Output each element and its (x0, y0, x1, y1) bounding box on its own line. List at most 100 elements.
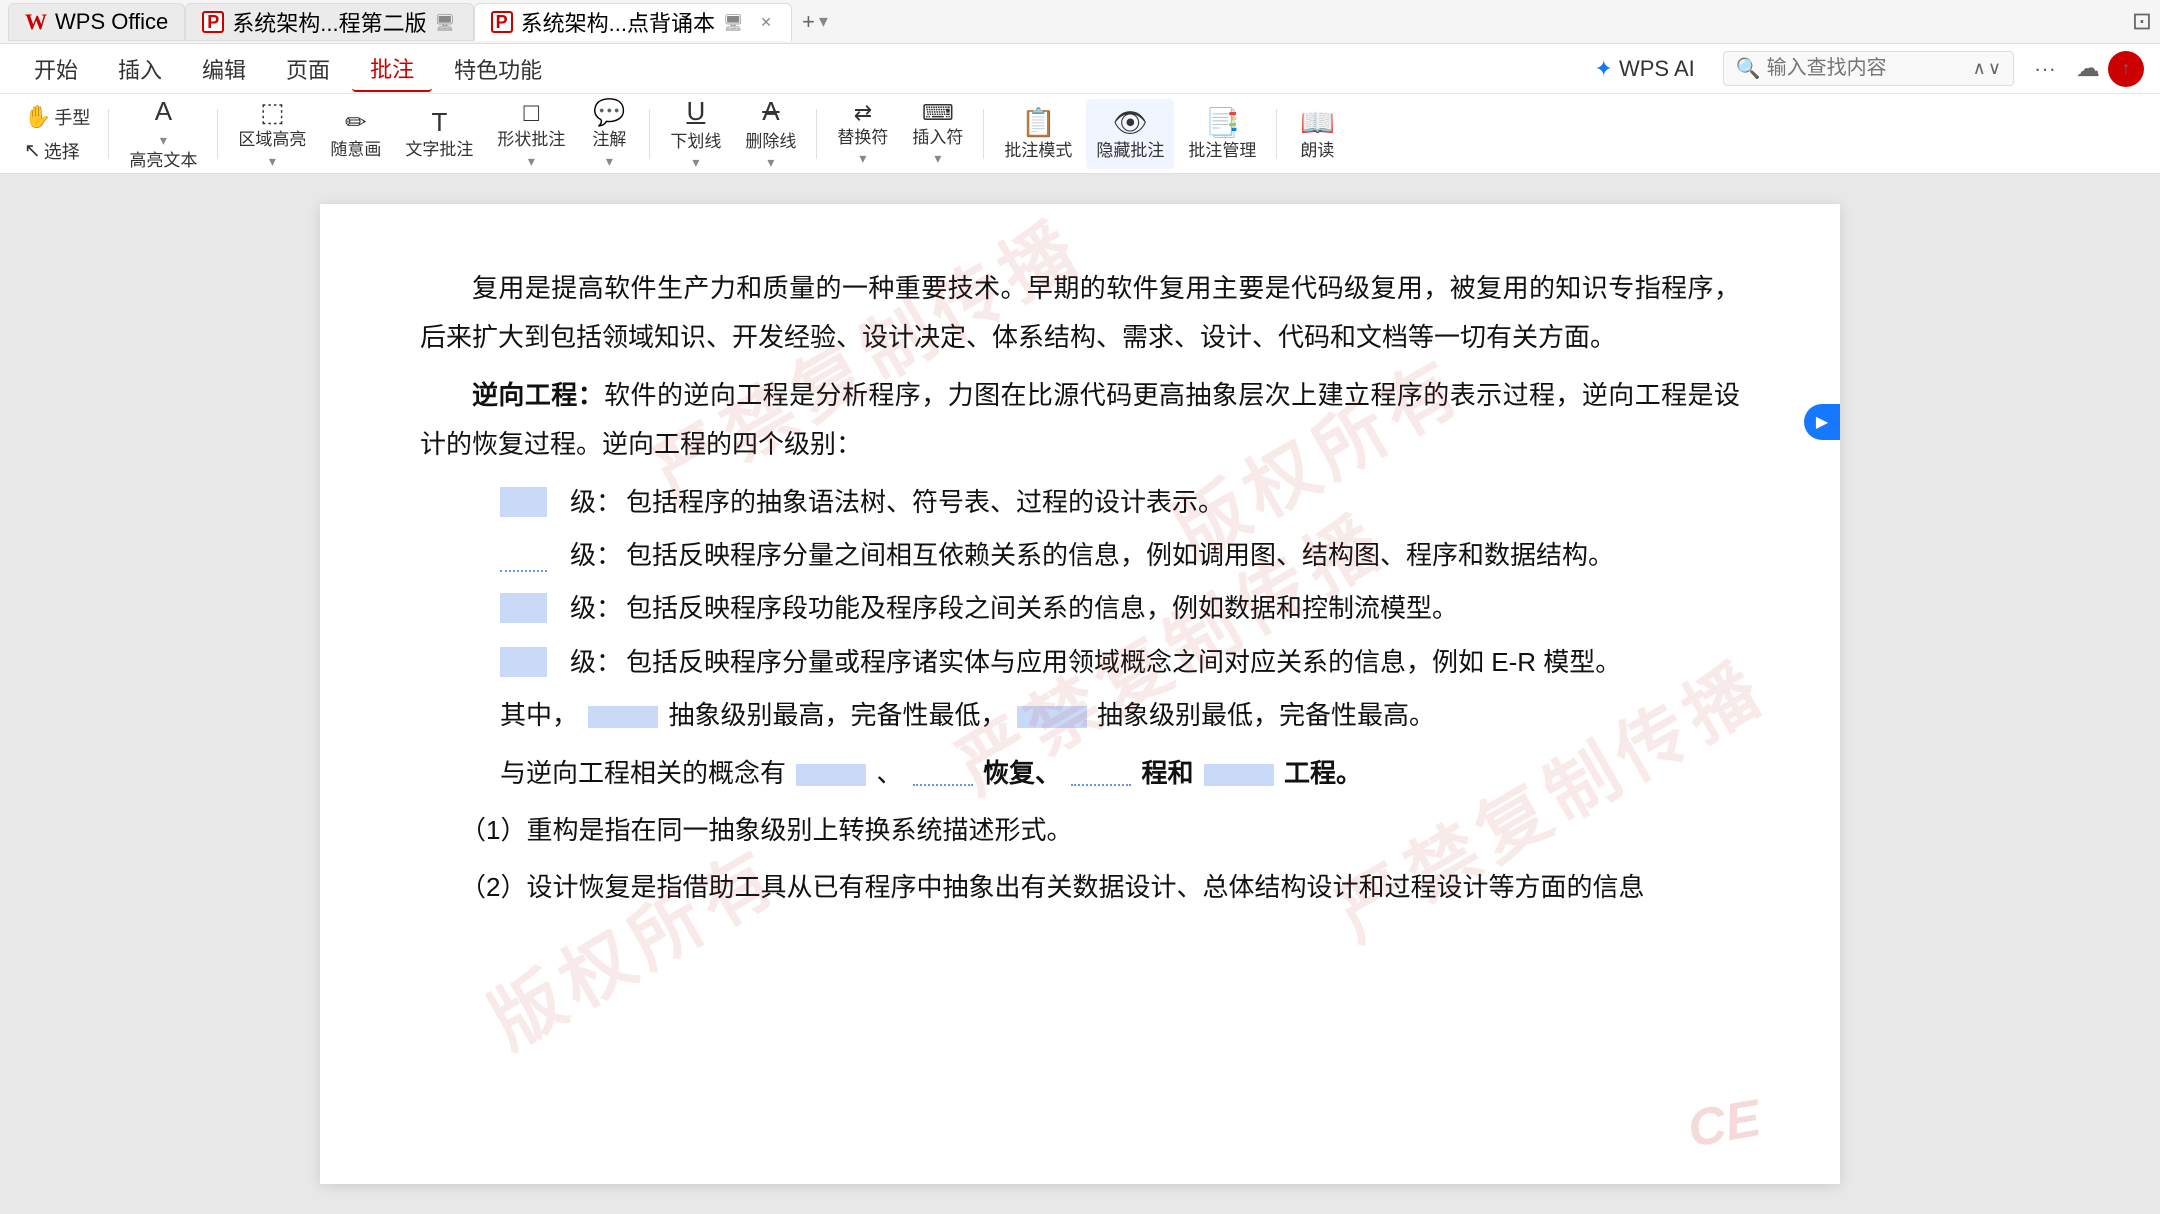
reverse-eng-body: 软件的逆向工程是分析程序，力图在比源代码更高抽象层次上建立程序的表示过程，逆向工… (420, 380, 1740, 459)
tab2-label: 系统架构...程第二版 (232, 6, 426, 38)
title-bar: W WPS Office P 系统架构...程第二版 🖥 P 系统架构...点背… (0, 0, 2160, 44)
hand-label: 手型 (54, 104, 90, 130)
wps-ai-label: WPS AI (1619, 56, 1695, 82)
level1-marker (500, 478, 570, 527)
wps-ai-button[interactable]: ✦ WPS AI (1579, 50, 1711, 88)
annotation-button[interactable]: 💬 注解 ▾ (579, 99, 639, 169)
deleteline-arrow: ▾ (767, 154, 774, 171)
add-tab-button[interactable]: + ▾ (792, 9, 838, 35)
summary-text3: 抽象级别最低，完备性最高。 (1097, 700, 1435, 730)
paragraph-reuse: 复用是提高软件生产力和质量的一种重要技术。早期的软件复用主要是代码级复用，被复用… (420, 264, 1740, 363)
related-text: 与逆向工程相关的概念有 (500, 758, 786, 788)
level2-label: 级： (570, 531, 622, 580)
level4-text: 包括反映程序分量或程序诸实体与应用领域概念之间对应关系的信息，例如 E-R 模型… (626, 638, 1621, 687)
menu-page[interactable]: 页面 (268, 47, 348, 91)
document-body: 复用是提高软件生产力和质量的一种重要技术。早期的软件复用主要是代码级复用，被复用… (420, 264, 1740, 913)
replace-icon: ⇄ (854, 100, 872, 126)
level1-text: 包括程序的抽象语法树、符号表、过程的设计表示。 (626, 478, 1224, 527)
deleteline-button[interactable]: A 删除线 ▾ (735, 99, 806, 169)
menu-annotate[interactable]: 批注 (352, 46, 432, 92)
paragraph-reverse-eng: 逆向工程：软件的逆向工程是分析程序，力图在比源代码更高抽象层次上建立程序的表示过… (420, 371, 1740, 470)
related-blank3 (1071, 764, 1131, 786)
related-blank4 (1204, 764, 1274, 786)
comment-manage-icon: 📑 (1205, 106, 1240, 139)
pdf-icon-2: P (491, 11, 513, 33)
area-highlight-button[interactable]: ⬚ 区域高亮 ▾ (228, 99, 316, 169)
dropdown-icon: ▾ (819, 11, 828, 32)
underline-arrow: ▾ (692, 154, 699, 171)
tab-pdf-1[interactable]: P 系统架构...程第二版 🖥 (185, 3, 473, 41)
related-text4: 工程。 (1284, 758, 1362, 788)
related-text3: 程和 (1141, 758, 1193, 788)
highlight-label: 高亮文本 (129, 151, 197, 171)
hand-button[interactable]: ✋ 手型 (16, 101, 98, 133)
level3-label: 级： (570, 584, 622, 633)
plus-icon: + (802, 9, 815, 35)
comment-manage-button[interactable]: 📑 批注管理 (1178, 99, 1266, 169)
tab-pdf-2[interactable]: P 系统架构...点背诵本 🖥 ✕ (474, 3, 792, 41)
text-comment-icon: T (431, 107, 447, 138)
replace-button[interactable]: ⇄ 替换符 ▾ (827, 99, 898, 169)
window-control-icon[interactable]: ⊡ (2132, 7, 2152, 36)
menu-edit[interactable]: 编辑 (184, 47, 264, 91)
sep5 (983, 109, 984, 159)
right-sidebar-button[interactable]: ▶ (1804, 404, 1840, 440)
menu-special[interactable]: 特色功能 (436, 47, 560, 91)
tab-wps-office[interactable]: W WPS Office (8, 3, 185, 41)
select-button[interactable]: ↖ 选择 (16, 135, 98, 167)
tab3-close-button[interactable]: ✕ (757, 13, 775, 31)
shape-comment-arrow: ▾ (528, 153, 535, 170)
search-box[interactable]: 🔍 ∧ ∨ (1723, 51, 2014, 86)
highlight-button[interactable]: A ▾ 高亮文本 (119, 99, 207, 169)
right-arrow-icon: ▶ (1816, 412, 1828, 432)
insert-symbol-arrow: ▾ (934, 150, 941, 167)
top-right-icons: ☁ ↑ (2076, 51, 2144, 87)
read-button[interactable]: 📖 朗读 (1287, 99, 1347, 169)
read-label: 朗读 (1300, 141, 1334, 161)
summary-text1: 其中， (500, 700, 578, 730)
search-input[interactable] (1767, 57, 1967, 80)
comment-mode-button[interactable]: 📋 批注模式 (994, 99, 1082, 169)
level2-item: 级： 包括反映程序分量之间相互依赖关系的信息，例如调用图、结构图、程序和数据结构… (420, 531, 1740, 580)
item2-paragraph: （2）设计恢复是指借助工具从已有程序中抽象出有关数据设计、总体结构设计和过程设计… (420, 863, 1740, 912)
level4-label: 级： (570, 638, 622, 687)
hide-comment-icon: 👁 (1113, 106, 1149, 139)
level1-blank (500, 487, 547, 517)
deleteline-icon: A (762, 96, 779, 127)
text-comment-button[interactable]: T 文字批注 (395, 99, 483, 169)
tab3-label: 系统架构...点背诵本 (521, 6, 715, 38)
summary-blank2 (1017, 706, 1087, 728)
more-button[interactable]: ··· (2026, 52, 2064, 86)
related-line: 与逆向工程相关的概念有 、 恢复、 程和 工程。 (420, 749, 1740, 798)
read-icon: 📖 (1300, 106, 1335, 139)
freehand-button[interactable]: ✏ 随意画 (320, 99, 391, 169)
share-button[interactable]: ↑ (2108, 51, 2144, 87)
hide-comment-button[interactable]: 👁 隐藏批注 (1086, 99, 1174, 169)
select-label: 选择 (44, 138, 80, 164)
menu-bar: 开始 插入 编辑 页面 批注 特色功能 ✦ WPS AI 🔍 ∧ ∨ ··· ☁… (0, 44, 2160, 94)
freehand-label: 随意画 (330, 140, 381, 160)
bottom-ce-watermark: CE (1683, 1088, 1765, 1160)
search-up-icon[interactable]: ∧ (1973, 58, 1986, 79)
underline-button[interactable]: U 下划线 ▾ (660, 99, 731, 169)
sep3 (649, 109, 650, 159)
pdf-icon-1: P (202, 11, 224, 33)
level1-label: 级： (570, 478, 622, 527)
area-highlight-icon: ⬚ (260, 97, 285, 128)
shape-comment-button[interactable]: □ 形状批注 ▾ (487, 99, 575, 169)
cloud-icon[interactable]: ☁ (2076, 54, 2100, 83)
level3-blank (500, 593, 547, 623)
annotation-arrow: ▾ (606, 153, 613, 170)
search-nav: ∧ ∨ (1973, 58, 2001, 79)
menu-start[interactable]: 开始 (16, 47, 96, 91)
select-icon: ↖ (24, 138, 41, 163)
search-down-icon[interactable]: ∨ (1988, 58, 2001, 79)
level4-blank (500, 647, 547, 677)
insert-symbol-button[interactable]: ⌨ 插入符 ▾ (902, 99, 973, 169)
related-blank1 (796, 764, 866, 786)
menu-insert[interactable]: 插入 (100, 47, 180, 91)
related-text2: 恢复、 (983, 758, 1061, 788)
replace-arrow: ▾ (859, 150, 866, 167)
highlight-arrow: ▾ (160, 132, 167, 149)
menu-right-section: ✦ WPS AI 🔍 ∧ ∨ ··· ☁ ↑ (1579, 50, 2145, 88)
